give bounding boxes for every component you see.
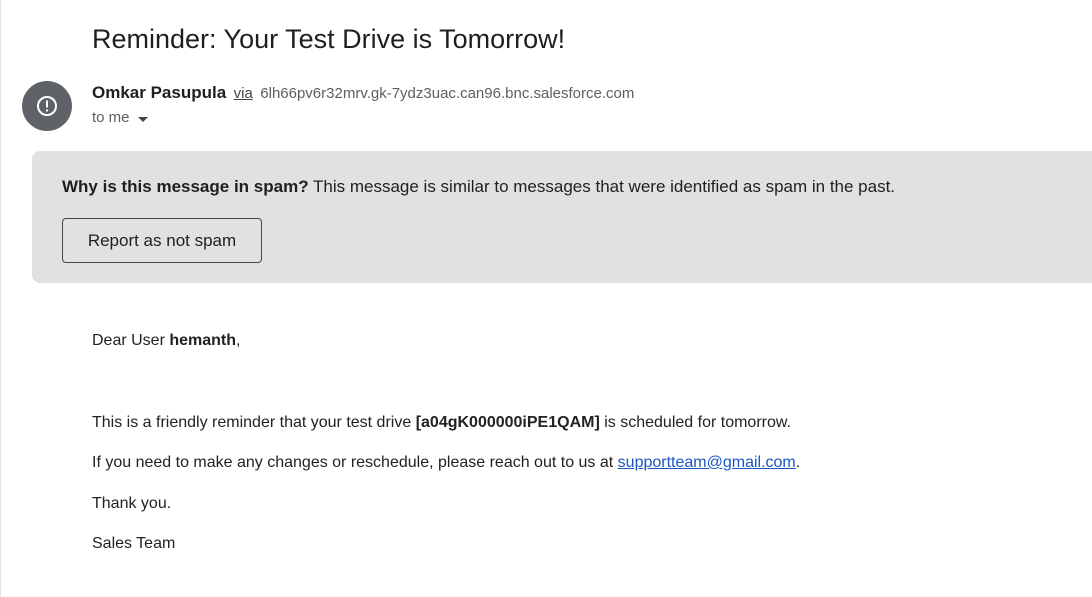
sender-line: Omkar Pasupula via 6lh66pv6r32mrv.gk-7yd… [92, 83, 634, 104]
email-view: Reminder: Your Test Drive is Tomorrow! O… [0, 0, 1092, 597]
sender-avatar[interactable] [22, 81, 72, 131]
test-drive-id: [a04gK000000iPE1QAM] [415, 414, 600, 431]
reminder-suffix: is scheduled for tomorrow. [604, 414, 791, 431]
recipient-details-toggle[interactable]: to me [92, 109, 148, 127]
email-subject: Reminder: Your Test Drive is Tomorrow! [92, 24, 566, 54]
greeting-suffix: , [236, 332, 241, 349]
contact-paragraph: If you need to make any changes or resch… [92, 453, 800, 473]
reminder-prefix: This is a friendly reminder that your te… [92, 414, 412, 431]
sender-domain: 6lh66pv6r32mrv.gk-7ydz3uac.can96.bnc.sal… [260, 85, 635, 102]
spam-banner: Why is this message in spam? This messag… [32, 151, 1092, 283]
spam-message: Why is this message in spam? This messag… [62, 177, 895, 197]
spam-explanation: This message is similar to messages that… [313, 177, 896, 196]
reminder-paragraph: This is a friendly reminder that your te… [92, 413, 791, 433]
report-not-spam-button[interactable]: Report as not spam [62, 218, 262, 263]
closing: Thank you. [92, 495, 172, 512]
sender-name[interactable]: Omkar Pasupula [92, 83, 226, 102]
support-email-link[interactable]: supportteam@gmail.com [618, 454, 796, 471]
greeting: Dear User hemanth, [92, 331, 240, 351]
via-link[interactable]: via [234, 85, 253, 102]
recipient-label: to me [92, 109, 130, 126]
user-name: hemanth [169, 332, 237, 349]
warning-exclamation-icon [37, 96, 57, 116]
signature: Sales Team [92, 535, 176, 552]
caret-down-icon [137, 116, 148, 122]
contact-suffix: . [795, 454, 801, 471]
greeting-prefix: Dear User [92, 332, 165, 349]
spam-question: Why is this message in spam? [62, 177, 309, 196]
contact-prefix: If you need to make any changes or resch… [92, 454, 614, 471]
